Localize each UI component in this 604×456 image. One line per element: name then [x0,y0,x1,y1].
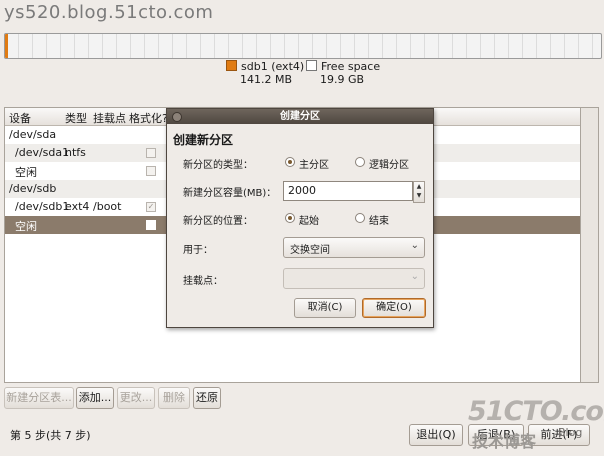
change-button[interactable]: 更改... [117,387,155,409]
cell-mount: /boot [93,200,122,213]
legend-item-free: Free space [306,60,380,73]
use-label: 用于： [183,245,213,256]
end-option-label[interactable]: 结束 [369,212,389,227]
quit-button[interactable]: 退出(Q) [409,424,463,446]
orange-swatch-icon [226,60,237,71]
create-partition-dialog: 创建分区 创建新分区 新分区的类型： 主分区 逻辑分区 新建分区容量(MB)： … [166,108,434,328]
format-checkbox[interactable] [146,166,156,176]
cell-device: 空闲 [15,166,37,179]
cell-device: /dev/sdb [9,182,57,195]
size-input[interactable]: 2000 [283,181,413,201]
cell-device: /dev/sdb1 [15,200,70,213]
end-radio[interactable] [355,213,365,223]
partition-bar-used-segment [5,34,8,58]
ok-button[interactable]: 确定(O) [362,298,426,318]
size-spinner[interactable]: ▲ ▼ [413,181,425,203]
cell-device: /dev/sda1 [15,146,70,159]
dialog-title: 创建分区 [280,111,320,122]
legend-name: sdb1 (ext4) [241,60,305,73]
cell-type: ext4 [65,200,90,213]
cell-device: 空闲 [15,220,37,233]
start-option-label[interactable]: 起始 [299,212,319,227]
format-checkbox[interactable] [146,148,156,158]
legend-size: 19.9 GB [320,73,365,86]
legend-name: Free space [321,60,381,73]
watermark-subtitle: 技术博客 [472,432,537,451]
cell-type: ntfs [65,146,86,159]
table-scrollbar[interactable] [580,107,599,383]
type-label: 新分区的类型： [183,160,253,171]
mount-label: 挂载点： [183,276,223,287]
chevron-down-icon: ⌄ [410,271,419,282]
add-button[interactable]: 添加... [76,387,114,409]
legend-size: 141.2 MB [240,73,293,86]
watermark-url: ys520.blog.51cto.com [4,2,214,23]
legend-item-sdb1: sdb1 (ext4) [226,60,304,73]
size-value: 2000 [288,184,316,197]
format-checkbox[interactable] [146,220,156,230]
watermark-logo: 51CTO.com [468,396,604,427]
mount-point-combo[interactable]: ⌄ [283,268,425,289]
cell-device: /dev/sda [9,128,57,141]
col-header-format[interactable]: 格式化? [129,110,168,126]
col-header-type[interactable]: 类型 [65,110,87,126]
dialog-heading: 创建新分区 [173,133,234,147]
col-header-mount[interactable]: 挂载点 [93,110,126,126]
partition-bar [4,33,602,59]
position-label: 新分区的位置： [183,216,253,227]
format-checkbox-checked[interactable]: ✓ [146,202,156,212]
new-partition-table-button[interactable]: 新建分区表... [4,387,74,409]
revert-button[interactable]: 还原 [193,387,221,409]
size-label: 新建分区容量(MB)： [183,188,277,199]
watermark-blog: Blog [558,426,583,439]
chevron-down-icon: ⌄ [410,240,419,251]
primary-radio[interactable] [285,157,295,167]
spin-up-icon[interactable]: ▲ [414,182,424,191]
primary-option-label[interactable]: 主分区 [299,156,329,171]
logical-option-label[interactable]: 逻辑分区 [369,156,409,171]
delete-button[interactable]: 删除 [158,387,190,409]
cancel-button[interactable]: 取消(C) [294,298,356,318]
start-radio[interactable] [285,213,295,223]
use-value: 交换空间 [290,245,330,256]
white-swatch-icon [306,60,317,71]
step-indicator: 第 5 步(共 7 步) [10,429,91,442]
logical-radio[interactable] [355,157,365,167]
dialog-titlebar[interactable]: 创建分区 [167,109,433,124]
use-as-select[interactable]: 交换空间 ⌄ [283,237,425,258]
close-icon[interactable] [172,112,182,122]
spin-down-icon[interactable]: ▼ [414,191,424,200]
col-header-device[interactable]: 设备 [9,110,31,126]
